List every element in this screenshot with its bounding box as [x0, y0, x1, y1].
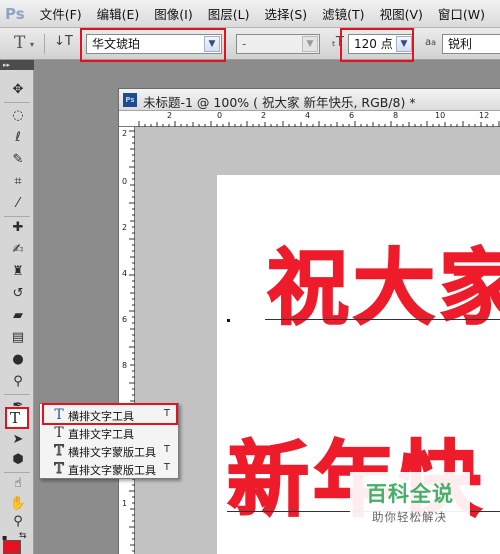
watermark-subtitle: 助你轻松解决: [372, 510, 447, 524]
tools-panel: ▸▸ ✥ ◌ ℓ ✎ ⌗ ⁄ ✚ ✍ ♜ ↺ ▰ ▤ ● ⚲ ✒ T ➤ ⬢ ☝…: [0, 60, 34, 554]
type-tool-icon: T: [10, 409, 21, 427]
tool-divider: [4, 102, 30, 103]
text-insertion-point: [227, 319, 230, 322]
flyout-item-shortcut: T: [163, 444, 170, 455]
menu-filter[interactable]: 滤镜(T): [322, 4, 364, 23]
ruler-label: 2: [167, 111, 173, 120]
flyout-item-horizontal-type-mask[interactable]: T 横排文字蒙版工具 T: [40, 442, 178, 460]
tool-divider: [4, 472, 30, 473]
highlight-font-family: [80, 28, 226, 62]
menu-items: 文件(F) 编辑(E) 图像(I) 图层(L) 选择(S) 滤镜(T) 视图(V…: [40, 4, 500, 23]
vertical-type-mask-tool-icon: T: [54, 461, 64, 478]
document-tab[interactable]: Ps 未标题-1 @ 100% ( 祝大家 新年快乐, RGB/8) *: [119, 89, 500, 111]
marquee-tool-icon[interactable]: ◌: [8, 106, 28, 126]
flyout-item-vertical-type-mask[interactable]: T 直排文字蒙版工具 T: [40, 460, 178, 478]
ruler-label: 8: [393, 111, 399, 120]
photoshop-logo: Ps: [5, 4, 25, 23]
zoom-tool-icon[interactable]: ⚲: [8, 512, 28, 532]
anti-alias-select[interactable]: 锐利: [442, 34, 500, 54]
text-layer-line1[interactable]: 祝大家: [266, 221, 500, 340]
font-style-value: -: [242, 37, 247, 51]
foreground-color-swatch[interactable]: [3, 540, 21, 554]
menu-edit[interactable]: 编辑(E): [97, 4, 140, 23]
text-baseline: [265, 319, 500, 320]
crop-tool-icon[interactable]: ⌗: [8, 172, 28, 192]
horizontal-ruler[interactable]: 2 0 2 4 6 8 10 12: [119, 111, 500, 127]
gradient-tool-icon[interactable]: ▤: [8, 328, 28, 348]
menu-view[interactable]: 视图(V): [380, 4, 423, 23]
anti-alias-value: 锐利: [448, 37, 473, 51]
menu-select[interactable]: 选择(S): [264, 4, 307, 23]
lasso-tool-icon[interactable]: ℓ: [8, 128, 28, 148]
flyout-item-label: 横排文字蒙版工具: [68, 446, 156, 459]
text-orientation-icon[interactable]: ↓T: [54, 34, 73, 49]
ruler-label: 0: [217, 111, 223, 120]
font-style-select[interactable]: - ▼: [236, 34, 320, 54]
ruler-label: 6: [349, 111, 355, 120]
watermark-title: 百科全说: [366, 482, 454, 506]
flyout-item-label: 直排文字工具: [68, 428, 134, 441]
brush-tool-icon[interactable]: ✍: [8, 240, 28, 260]
highlight-font-size: [340, 28, 414, 62]
vertical-type-tool-icon: T: [54, 425, 64, 441]
ruler-label: 12: [479, 111, 490, 120]
divider: [44, 34, 45, 54]
3d-rotate-tool-icon[interactable]: ☝: [8, 474, 28, 494]
menu-window[interactable]: 窗口(W): [438, 4, 485, 23]
path-selection-tool-icon[interactable]: ➤: [8, 430, 28, 450]
tool-divider: [4, 216, 30, 217]
ruler-label: 2: [122, 129, 128, 138]
panel-collapse-handle[interactable]: ▸▸: [0, 60, 34, 70]
menu-image[interactable]: 图像(I): [154, 4, 192, 23]
preset-dropdown-icon[interactable]: ▾: [30, 40, 34, 49]
chevron-down-icon: ▼: [302, 36, 318, 52]
ruler-label: 2: [122, 223, 128, 232]
type-mask-tool-icon: T: [54, 443, 64, 460]
highlight-horizontal-type: [42, 403, 178, 425]
tool-divider: [4, 394, 30, 395]
document-title: 未标题-1 @ 100% ( 祝大家 新年快乐, RGB/8) *: [143, 95, 416, 110]
ruler-label: 8: [122, 361, 128, 370]
anti-alias-icon: aa: [425, 37, 437, 48]
blur-tool-icon[interactable]: ●: [8, 350, 28, 370]
ruler-ticks: [129, 130, 135, 552]
ruler-label: 10: [435, 111, 446, 120]
horizontal-type-tool-button[interactable]: T: [5, 407, 29, 429]
eyedropper-tool-icon[interactable]: ⁄: [8, 194, 28, 214]
ruler-ticks: [138, 121, 500, 127]
flyout-item-shortcut: T: [163, 462, 170, 473]
photoshop-document-icon: Ps: [123, 93, 137, 107]
hand-tool-icon[interactable]: ✋: [8, 494, 28, 514]
flyout-item-vertical-type[interactable]: T 直排文字工具: [40, 424, 178, 442]
menu-file[interactable]: 文件(F): [40, 4, 82, 23]
ruler-label: 4: [122, 269, 128, 278]
ruler-label: 1: [122, 499, 128, 508]
move-tool-icon[interactable]: ✥: [8, 80, 28, 100]
menu-layer[interactable]: 图层(L): [208, 4, 250, 23]
options-bar: T ▾ ↓T 华文琥珀 ▼ - ▼ ₜT 120 点 ▼ aa 锐利: [0, 28, 500, 60]
type-tool-preset-icon[interactable]: T: [14, 33, 25, 53]
quick-select-tool-icon[interactable]: ✎: [8, 150, 28, 170]
flyout-item-label: 直排文字蒙版工具: [68, 464, 156, 477]
ruler-label: 0: [122, 177, 128, 186]
shape-tool-icon[interactable]: ⬢: [8, 450, 28, 470]
eraser-tool-icon[interactable]: ▰: [8, 306, 28, 326]
menu-bar: Ps 文件(F) 编辑(E) 图像(I) 图层(L) 选择(S) 滤镜(T) 视…: [0, 0, 500, 28]
dodge-tool-icon[interactable]: ⚲: [8, 372, 28, 392]
ruler-label: 4: [305, 111, 311, 120]
watermark: 百科全说 助你轻松解决: [350, 472, 470, 534]
ruler-label: 2: [261, 111, 267, 120]
ruler-label: 6: [122, 315, 128, 324]
vertical-ruler[interactable]: 2 0 2 4 6 8 1 1 1: [119, 127, 135, 554]
healing-brush-tool-icon[interactable]: ✚: [8, 218, 28, 238]
history-brush-tool-icon[interactable]: ↺: [8, 284, 28, 304]
clone-stamp-tool-icon[interactable]: ♜: [8, 262, 28, 282]
